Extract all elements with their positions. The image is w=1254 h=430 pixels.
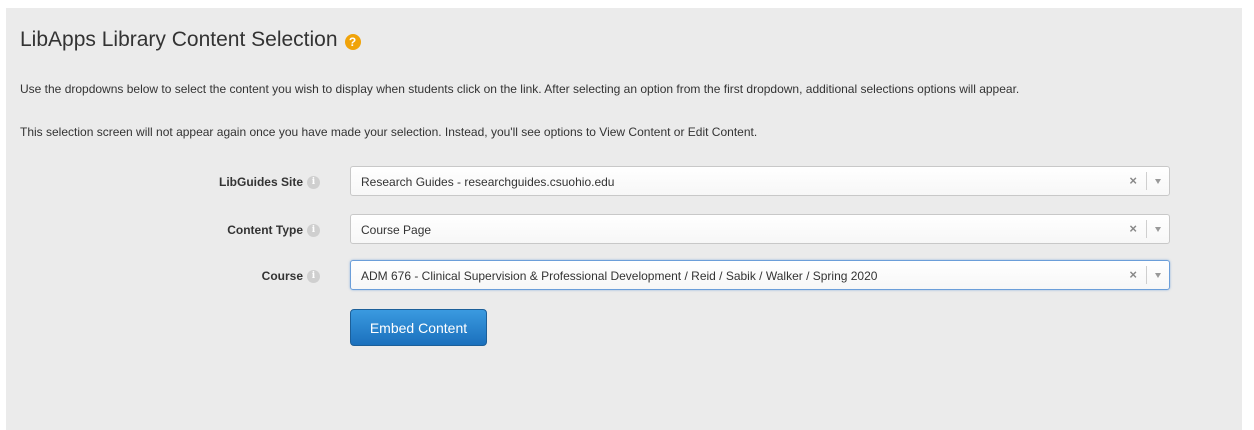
clear-icon[interactable]: × xyxy=(1129,268,1137,282)
libguides-site-value: Research Guides - researchguides.csuohio… xyxy=(361,175,615,189)
course-label: Course i xyxy=(262,269,320,283)
libguides-site-row: LibGuides Site i Research Guides - resea… xyxy=(6,166,1242,198)
selection-note-text: This selection screen will not appear ag… xyxy=(20,125,758,139)
instructions-text: Use the dropdowns below to select the co… xyxy=(20,82,1020,96)
content-type-value: Course Page xyxy=(361,223,432,237)
page-title-text: LibApps Library Content Selection xyxy=(20,28,338,51)
content-type-label-text: Content Type xyxy=(227,223,303,237)
info-icon[interactable]: i xyxy=(307,223,320,237)
select-divider xyxy=(1146,266,1147,284)
clear-icon[interactable]: × xyxy=(1129,174,1137,188)
chevron-down-icon[interactable] xyxy=(1155,273,1161,278)
course-label-text: Course xyxy=(261,269,303,283)
course-select[interactable]: ADM 676 - Clinical Supervision & Profess… xyxy=(350,260,1170,290)
libguides-site-label-text: LibGuides Site xyxy=(218,175,303,189)
page-title: LibApps Library Content Selection ? xyxy=(20,28,361,52)
content-type-label: Content Type i xyxy=(227,223,320,237)
libguides-site-label: LibGuides Site i xyxy=(219,175,320,189)
clear-icon[interactable]: × xyxy=(1129,222,1137,236)
course-row: Course i ADM 676 - Clinical Supervision … xyxy=(6,260,1242,292)
content-selection-panel: LibApps Library Content Selection ? Use … xyxy=(6,8,1242,430)
embed-content-button[interactable]: Embed Content xyxy=(350,309,487,346)
libguides-site-select[interactable]: Research Guides - researchguides.csuohio… xyxy=(350,166,1170,196)
help-icon[interactable]: ? xyxy=(344,33,361,50)
chevron-down-icon[interactable] xyxy=(1155,179,1161,184)
info-icon[interactable]: i xyxy=(307,269,320,283)
info-icon[interactable]: i xyxy=(307,175,320,189)
chevron-down-icon[interactable] xyxy=(1155,227,1161,232)
select-divider xyxy=(1146,172,1147,190)
content-type-row: Content Type i Course Page × xyxy=(6,214,1242,246)
select-divider xyxy=(1146,220,1147,238)
content-type-select[interactable]: Course Page × xyxy=(350,214,1170,244)
course-value: ADM 676 - Clinical Supervision & Profess… xyxy=(361,269,878,283)
